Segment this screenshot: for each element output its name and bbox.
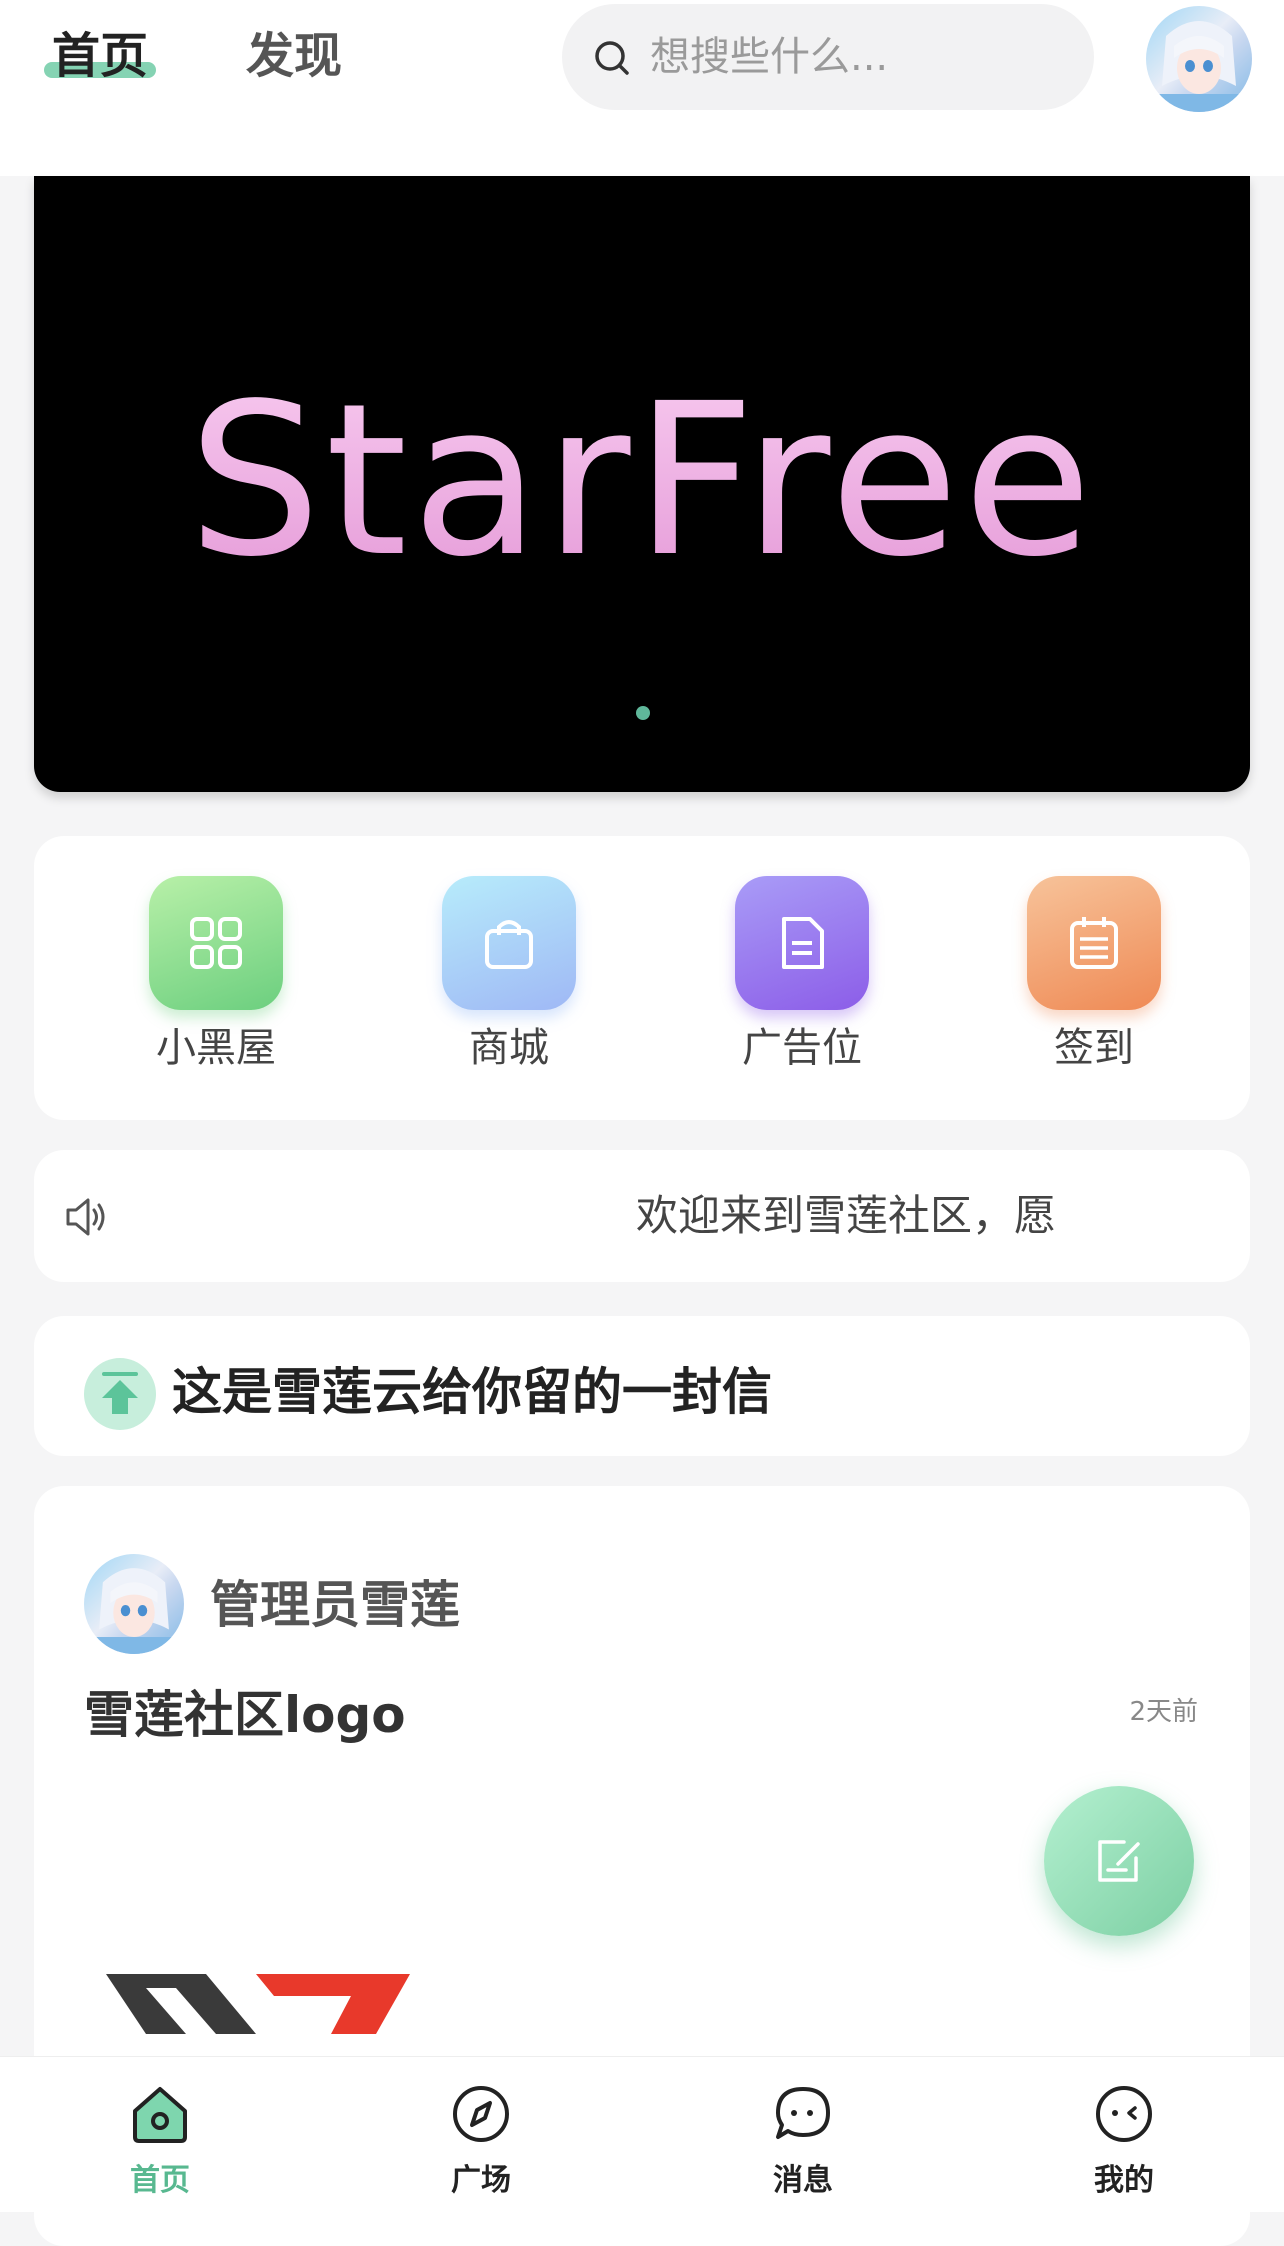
tabbar-label: 广场 — [451, 2163, 511, 2198]
tabbar-item-messages[interactable]: 消息 — [723, 2081, 883, 2205]
tabbar-item-square[interactable]: 广场 — [401, 2081, 561, 2205]
quick-entry-shop[interactable]: 商城 — [429, 876, 589, 1076]
search-icon — [595, 41, 629, 75]
bottom-tab-bar: 首页 广场 消息 我的 — [0, 2056, 1284, 2212]
face-icon — [1096, 2086, 1152, 2142]
tabbar-label: 消息 — [773, 2163, 833, 2198]
post-author-name[interactable]: 管理员雪莲 — [210, 1570, 460, 1640]
tab-home[interactable]: 首页 — [52, 20, 148, 92]
compose-post-button[interactable] — [1044, 1786, 1194, 1936]
tabbar-label: 我的 — [1094, 2163, 1154, 2198]
compass-icon — [453, 2086, 509, 2142]
anime-avatar-image — [1146, 21, 1252, 112]
user-avatar[interactable] — [1146, 6, 1252, 112]
quick-entry-label: 广告位 — [742, 1025, 862, 1071]
pin-top-icon — [84, 1358, 156, 1430]
pinned-post-title: 这是雪莲云给你留的一封信 — [172, 1363, 772, 1421]
banner-carousel[interactable]: StarFree — [34, 176, 1250, 792]
top-header: 首页 发现 想搜些什么... — [0, 0, 1284, 176]
announcement-bar[interactable]: 欢迎来到雪莲社区，愿 — [34, 1150, 1250, 1282]
calendar-checklist-icon — [1027, 876, 1161, 1010]
pinned-post[interactable]: 这是雪莲云给你留的一封信 — [34, 1316, 1250, 1456]
post-title[interactable]: 雪莲社区logo — [84, 1680, 406, 1750]
announcement-text: 欢迎来到雪莲社区，愿 — [636, 1191, 1057, 1240]
quick-entry-blackroom[interactable]: 小黑屋 — [136, 876, 296, 1076]
carousel-indicator-dot[interactable] — [636, 706, 650, 720]
grid-icon — [149, 876, 283, 1010]
tab-discover[interactable]: 发现 — [246, 20, 342, 92]
home-icon — [133, 2087, 187, 2143]
anime-avatar-image — [84, 1568, 184, 1654]
chat-icon — [776, 2087, 830, 2139]
author-avatar[interactable] — [84, 1554, 184, 1654]
tabbar-label: 首页 — [130, 2163, 190, 2198]
shopping-bag-icon — [442, 876, 576, 1010]
quick-entry-label: 签到 — [1054, 1025, 1134, 1071]
tabbar-item-me[interactable]: 我的 — [1044, 2081, 1204, 2205]
quick-entry-label: 小黑屋 — [156, 1025, 276, 1071]
quick-entry-label: 商城 — [469, 1025, 549, 1071]
search-bar[interactable]: 想搜些什么... — [562, 4, 1094, 110]
search-placeholder: 想搜些什么... — [650, 34, 889, 80]
quick-entry-card: 小黑屋 商城 广告位 签到 — [34, 836, 1250, 1120]
banner-title: StarFree — [34, 366, 1250, 596]
speaker-icon — [66, 1198, 105, 1236]
quick-entry-ads[interactable]: 广告位 — [722, 876, 882, 1076]
quick-entry-checkin[interactable]: 签到 — [1014, 876, 1174, 1076]
document-icon — [735, 876, 869, 1010]
post-timestamp: 2天前 — [1129, 1697, 1198, 1727]
edit-note-icon — [1098, 1840, 1140, 1882]
post-image-logo[interactable] — [106, 1974, 410, 2034]
tabbar-item-home[interactable]: 首页 — [80, 2081, 240, 2205]
